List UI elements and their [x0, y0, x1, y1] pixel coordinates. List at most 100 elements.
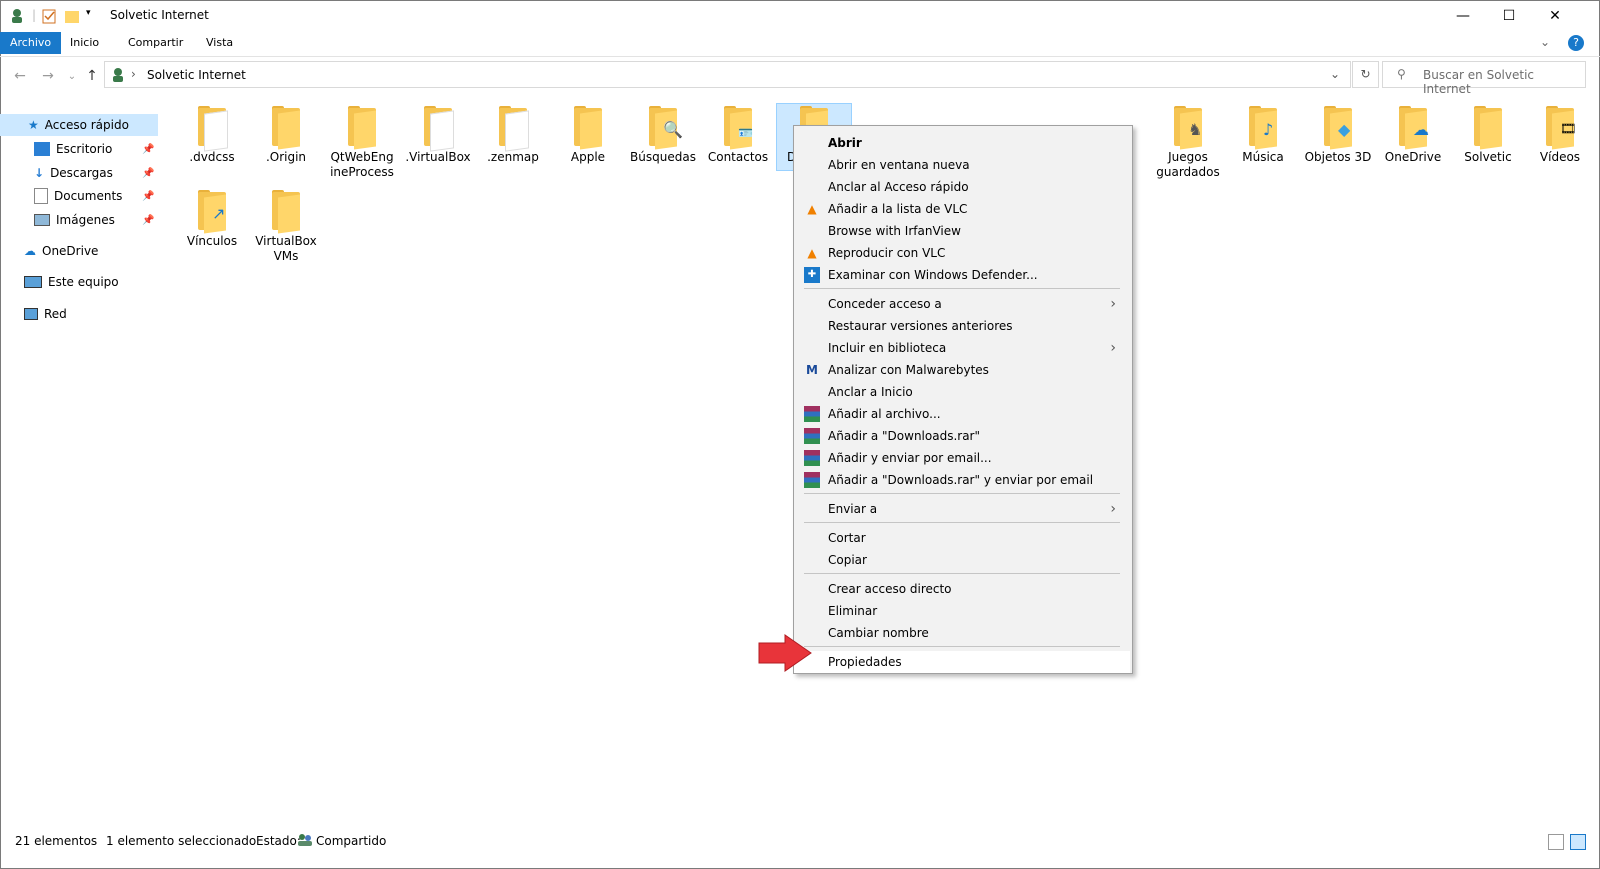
menu-item-defender[interactable]: ✚ Examinar con Windows Defender...: [794, 264, 1130, 286]
nav-this-pc[interactable]: Este equipo: [0, 271, 158, 293]
new-folder-icon[interactable]: [64, 8, 80, 24]
folder-label: Búsquedas: [630, 150, 696, 164]
large-icons-view-icon[interactable]: [1570, 834, 1586, 850]
help-icon[interactable]: ?: [1568, 35, 1584, 51]
menu-item-open-new-window[interactable]: Abrir en ventana nueva: [794, 154, 1130, 176]
menu-label: Añadir al archivo...: [828, 407, 941, 421]
menu-item-include-library[interactable]: Incluir en biblioteca ›: [794, 337, 1130, 359]
menu-item-add-archive[interactable]: Añadir al archivo...: [794, 403, 1130, 425]
menu-label: Propiedades: [828, 655, 902, 669]
folder-icon: ◆: [1320, 106, 1356, 150]
nav-label: Acceso rápido: [44, 118, 129, 132]
folder-label: Apple: [570, 150, 606, 164]
menu-label: Anclar a Inicio: [828, 385, 913, 399]
pin-icon[interactable]: 📌: [142, 144, 154, 155]
menu-label: Eliminar: [828, 604, 878, 618]
expand-ribbon-icon[interactable]: ⌄: [1540, 35, 1550, 49]
folder-label: .Origin: [265, 150, 307, 164]
nav-escritorio[interactable]: Escritorio 📌: [0, 138, 158, 160]
tab-vista[interactable]: Vista: [196, 32, 243, 54]
menu-item-add-email[interactable]: Añadir y enviar por email...: [794, 447, 1130, 469]
nav-quick-access[interactable]: ★ Acceso rápido: [0, 114, 158, 136]
search-box[interactable]: ⚲ Buscar en Solvetic Internet: [1382, 61, 1586, 96]
tab-compartir[interactable]: Compartir: [118, 32, 193, 54]
folder-item[interactable]: 🪪 Contactos: [700, 104, 776, 165]
tab-inicio[interactable]: Inicio: [60, 32, 109, 54]
cloud-icon: ☁: [1413, 120, 1429, 139]
menu-item-send-to[interactable]: Enviar a ›: [794, 498, 1130, 520]
folder-item[interactable]: ♞ Juegos guardados: [1150, 104, 1226, 180]
menu-label: Enviar a: [828, 502, 878, 516]
nav-descargas[interactable]: ↓ Descargas 📌: [0, 162, 158, 184]
folder-item[interactable]: .dvdcss: [174, 104, 250, 165]
menu-item-restore-versions[interactable]: Restaurar versiones anteriores: [794, 315, 1130, 337]
menu-item-open[interactable]: Abrir: [794, 132, 1130, 154]
refresh-button[interactable]: ↻: [1352, 61, 1379, 88]
nav-imagenes[interactable]: Imágenes 📌: [0, 209, 158, 231]
menu-item-pin-quick-access[interactable]: Anclar al Acceso rápido: [794, 176, 1130, 198]
nav-onedrive[interactable]: ☁ OneDrive: [0, 240, 158, 262]
menu-label: Examinar con Windows Defender...: [828, 268, 1038, 282]
folder-item[interactable]: 🎞 Vídeos: [1522, 104, 1598, 165]
pin-icon[interactable]: 📌: [142, 168, 154, 179]
forward-button[interactable]: →: [38, 66, 58, 86]
address-dropdown-icon[interactable]: ⌄: [1330, 67, 1340, 81]
menu-item-add-vlc-list[interactable]: ▲ Añadir a la lista de VLC: [794, 198, 1130, 220]
search-input[interactable]: Buscar en Solvetic Internet: [1423, 68, 1585, 96]
minimize-button[interactable]: —: [1440, 0, 1486, 31]
red-arrow-icon: [758, 634, 812, 672]
close-button[interactable]: ✕: [1532, 0, 1578, 31]
nav-label: Escritorio: [56, 142, 113, 156]
folder-item[interactable]: .zenmap: [475, 104, 551, 165]
address-bar[interactable]: › Solvetic Internet ⌄: [104, 61, 1351, 88]
nav-documents[interactable]: Documents 📌: [0, 185, 158, 207]
menu-item-play-vlc[interactable]: ▲ Reproducir con VLC: [794, 242, 1130, 264]
address-path[interactable]: Solvetic Internet: [147, 68, 246, 82]
folder-item[interactable]: ◆ Objetos 3D: [1300, 104, 1376, 165]
folder-item[interactable]: 🔍 Búsquedas: [625, 104, 701, 165]
folder-icon: [420, 106, 456, 152]
winrar-icon: [804, 472, 820, 488]
maximize-button[interactable]: ☐: [1486, 0, 1532, 31]
menu-item-rename[interactable]: Cambiar nombre: [794, 622, 1130, 644]
menu-label: Añadir a "Downloads.rar" y enviar por em…: [828, 473, 1094, 487]
folder-icon: ☁: [1395, 106, 1431, 150]
properties-icon[interactable]: [42, 8, 56, 24]
details-view-icon[interactable]: [1548, 834, 1564, 850]
menu-item-add-rar[interactable]: Añadir a "Downloads.rar": [794, 425, 1130, 447]
menu-item-pin-start[interactable]: Anclar a Inicio: [794, 381, 1130, 403]
breadcrumb-chevron-icon[interactable]: ›: [131, 67, 136, 81]
menu-item-add-rar-email[interactable]: Añadir a "Downloads.rar" y enviar por em…: [794, 469, 1130, 491]
up-button[interactable]: ↑: [82, 66, 102, 86]
folder-item[interactable]: .VirtualBox: [400, 104, 476, 165]
menu-item-irfanview[interactable]: Browse with IrfanView: [794, 220, 1130, 242]
folder-item[interactable]: QtWebEng ineProcess: [324, 104, 400, 180]
customize-toolbar-icon[interactable]: ▾: [86, 8, 91, 24]
folder-item[interactable]: ↗ Vínculos: [174, 188, 250, 249]
menu-item-copy[interactable]: Copiar: [794, 549, 1130, 571]
ribbon: Archivo Inicio Compartir Vista ⌄ ?: [0, 32, 1600, 57]
nav-network[interactable]: Red: [0, 303, 158, 325]
folder-item[interactable]: ☁ OneDrive: [1375, 104, 1451, 165]
link-arrow-icon: ↗: [212, 204, 226, 223]
recent-locations-button[interactable]: ⌄: [62, 66, 82, 86]
back-button[interactable]: ←: [10, 66, 30, 86]
folder-item[interactable]: VirtualBox VMs: [248, 188, 324, 264]
menu-item-grant-access[interactable]: Conceder acceso a ›: [794, 293, 1130, 315]
folder-item[interactable]: Solvetic: [1450, 104, 1526, 165]
folder-label: Juegos guardados: [1156, 150, 1220, 179]
pin-icon[interactable]: 📌: [142, 215, 154, 226]
folder-item[interactable]: Apple: [550, 104, 626, 165]
title-bar: | ▾ Solvetic Internet — ☐ ✕: [0, 0, 1600, 31]
folder-item[interactable]: .Origin: [248, 104, 324, 165]
folder-icon: ↗: [194, 190, 230, 234]
menu-item-malwarebytes[interactable]: M Analizar con Malwarebytes: [794, 359, 1130, 381]
folder-item[interactable]: ♪ Música: [1225, 104, 1301, 165]
menu-item-delete[interactable]: Eliminar: [794, 600, 1130, 622]
nav-label: Documents: [54, 189, 123, 203]
pin-icon[interactable]: 📌: [142, 191, 154, 202]
menu-item-cut[interactable]: Cortar: [794, 527, 1130, 549]
menu-item-properties[interactable]: Propiedades: [794, 651, 1130, 673]
menu-item-create-shortcut[interactable]: Crear acceso directo: [794, 578, 1130, 600]
tab-archivo[interactable]: Archivo: [0, 32, 62, 54]
